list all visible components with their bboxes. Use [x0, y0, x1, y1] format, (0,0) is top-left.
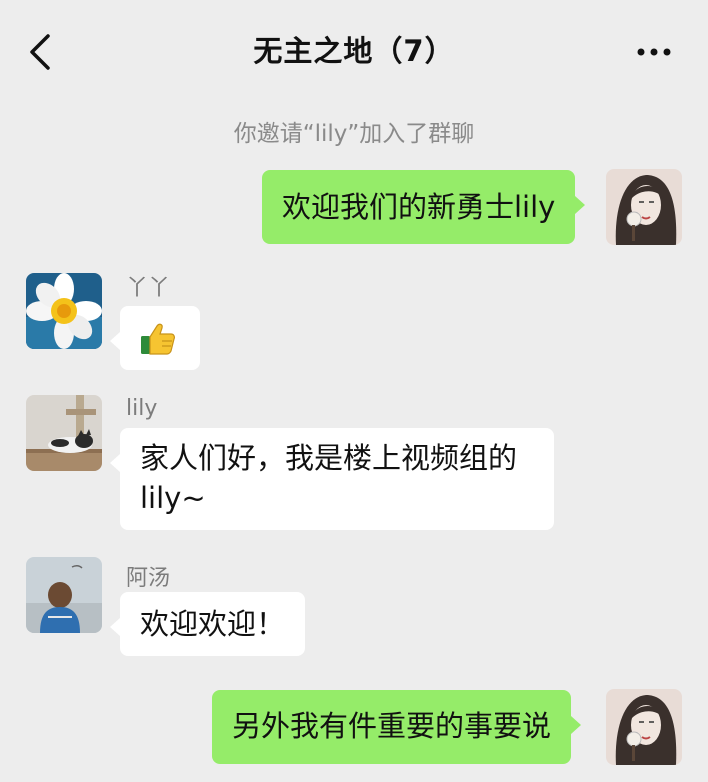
thumbs-up-icon: [141, 323, 175, 355]
child-back-avatar[interactable]: [26, 557, 102, 633]
message-bubble-incoming[interactable]: 欢迎欢迎！: [109, 592, 306, 656]
message-text-line: lily~: [140, 481, 206, 515]
woman-sketch-avatar[interactable]: [606, 689, 682, 765]
message-bubble-outgoing[interactable]: 欢迎我们的新勇士lily: [262, 170, 586, 244]
sender-name: lily: [126, 396, 158, 421]
message-text: 欢迎我们的新勇士lily: [282, 190, 556, 224]
message-text: 另外我有件重要的事要说: [232, 709, 552, 743]
sender-name: 阿汤: [126, 566, 171, 591]
message-bubble-outgoing[interactable]: 另外我有件重要的事要说: [212, 690, 582, 764]
sender-name: 丫丫: [126, 276, 171, 301]
message-bubble-incoming[interactable]: 家人们好，我是楼上视频组的 lily~: [110, 428, 554, 530]
chat-header: 无主之地（7）: [0, 0, 708, 100]
message-text-line: 家人们好，我是楼上视频组的: [140, 441, 518, 475]
cat-avatar[interactable]: [26, 395, 102, 471]
message-text: 欢迎欢迎！: [140, 607, 286, 641]
chat-title: 无主之地（7）: [253, 34, 455, 68]
woman-sketch-avatar[interactable]: [606, 169, 682, 245]
message-bubble-incoming[interactable]: [110, 306, 200, 370]
ellipsis-icon[interactable]: [636, 40, 672, 64]
daffodil-avatar[interactable]: [26, 273, 102, 349]
system-message: 你邀请“lily”加入了群聊: [233, 121, 475, 147]
